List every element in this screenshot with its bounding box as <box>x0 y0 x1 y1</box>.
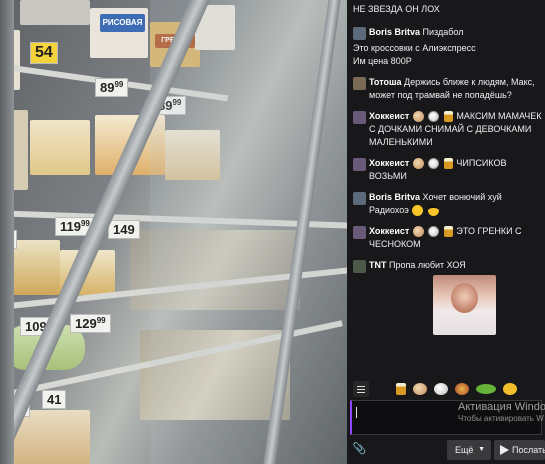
price-tag: 54 <box>30 42 58 64</box>
face-emote-icon <box>428 111 440 123</box>
product-package <box>30 120 90 175</box>
cat-emote-icon <box>412 158 424 170</box>
username[interactable]: Хоккеист <box>369 158 409 168</box>
send-button[interactable]: Послать <box>494 440 545 460</box>
clap-emote-icon[interactable] <box>503 383 517 395</box>
windows-activation-title: Активация Windows <box>458 401 545 413</box>
username[interactable]: TNT <box>369 260 387 270</box>
avatar <box>353 158 366 171</box>
beer-emote-icon <box>443 111 453 123</box>
cat-emote-icon[interactable] <box>413 383 427 395</box>
avatar <box>353 27 366 40</box>
send-icon <box>500 445 509 455</box>
chat-messages[interactable]: НЕ ЗВЕЗДА ОН ЛОХ Boris Britva Пиздабол Э… <box>347 0 545 377</box>
chat-message: TNT Пропа любит ХОЯ <box>353 259 542 335</box>
sunglasses-emote-icon <box>427 205 439 217</box>
beer-emote-icon <box>443 158 453 170</box>
price-tag: 12999 <box>70 314 111 333</box>
price-tag: 41 <box>42 390 67 409</box>
username[interactable]: Boris Britva <box>369 192 420 202</box>
chevron-down-icon: ▼ <box>478 446 485 453</box>
beer-emote-icon <box>443 226 453 238</box>
send-button-label: Послать <box>512 445 545 455</box>
message-text: Им цена 800Р <box>353 56 412 66</box>
face-emote-icon[interactable] <box>434 383 448 395</box>
thinking-emote-icon <box>412 205 424 217</box>
price-tag: 8999 <box>95 78 129 97</box>
chat-message: Им цена 800Р <box>353 55 542 68</box>
product-package: РИСОВАЯ <box>100 14 145 32</box>
cat-emote-icon <box>412 111 424 123</box>
pizza-emote-icon[interactable] <box>455 383 469 395</box>
avatar <box>353 226 366 239</box>
chat-message: Хоккеист МАКСИМ МАМАЧЕК С ДОЧКАМИ СНИМАЙ… <box>353 110 542 149</box>
fridge-door-frame <box>0 0 14 464</box>
windows-activation-text: Чтобы активировать Windows, перейдите в … <box>458 414 544 423</box>
chat-message: Тотоша Держись ближе к людям, Макс, може… <box>353 76 542 102</box>
username[interactable]: Тотоша <box>369 77 402 87</box>
stream-video[interactable]: РИСОВАЯ ГРЕЧКА 54 8999 8999 11999 149 10… <box>0 0 347 464</box>
product-package <box>20 0 90 25</box>
text-caret <box>356 407 357 418</box>
chat-message: Хоккеист ЭТО ГРЕНКИ С ЧЕСНОКОМ <box>353 225 542 251</box>
avatar <box>353 260 366 273</box>
beer-emote-icon[interactable] <box>396 383 406 395</box>
chat-message: Хоккеист ЧИПСИКОВ ВОЗЬМИ <box>353 157 542 183</box>
message-text: Пропа любит ХОЯ <box>389 260 466 270</box>
face-emote-icon <box>428 158 440 170</box>
chat-panel: НЕ ЗВЕЗДА ОН ЛОХ Boris Britva Пиздабол Э… <box>347 0 545 464</box>
chat-message: Boris Britva Пиздабол <box>353 26 542 40</box>
message-text: Это кроссовки с Алиэкспресс <box>353 43 476 53</box>
message-text: Пиздабол <box>422 27 464 37</box>
price-tag: 149 <box>108 220 140 239</box>
lizard-emote-icon[interactable] <box>476 384 496 394</box>
chat-message: Это кроссовки с Алиэкспресс <box>353 42 542 55</box>
cat-emote-icon <box>412 226 424 238</box>
chat-image[interactable] <box>433 275 496 335</box>
username[interactable]: Хоккеист <box>369 111 409 121</box>
emote-bar <box>347 379 545 399</box>
more-button-label: Ещё <box>455 445 474 455</box>
avatar <box>353 111 366 124</box>
avatar <box>353 192 366 205</box>
face-emote-icon <box>428 226 440 238</box>
chat-message: Boris Britva Хочет вонючий хуй Радиохоэ <box>353 191 542 217</box>
attach-icon[interactable]: 📎 <box>352 442 367 457</box>
username[interactable]: Boris Britva <box>369 27 420 37</box>
fridge-glass-door <box>150 0 347 464</box>
avatar <box>353 77 366 90</box>
username[interactable]: Хоккеист <box>369 226 409 236</box>
chat-message: НЕ ЗВЕЗДА ОН ЛОХ <box>353 3 542 16</box>
chat-menu-icon[interactable] <box>353 381 369 397</box>
more-button[interactable]: Ещё ▼ <box>447 440 491 460</box>
message-text: НЕ ЗВЕЗДА ОН ЛОХ <box>353 4 440 14</box>
